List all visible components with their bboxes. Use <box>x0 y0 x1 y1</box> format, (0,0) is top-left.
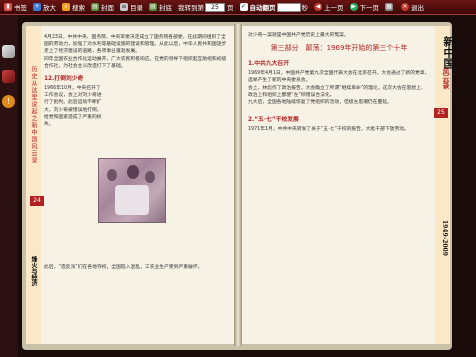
right-paragraph: 会上，林彪作了政治报告，大会确立了所谓“继续革命”的理论，这次大会在思想上、政治… <box>248 85 426 98</box>
close-icon: ✕ <box>401 3 409 11</box>
prev-label: 上一页 <box>324 4 344 12</box>
book-icon: ▤ <box>149 3 157 11</box>
left-paragraph: 同年全国农业合作化运动展开，广大农民积极响应，在党的领导下组织起互助组和初级合作… <box>44 56 227 69</box>
layout-toggle[interactable]: ▦ <box>383 1 397 14</box>
prev-page-button[interactable]: ◀ 上一页 <box>312 1 346 14</box>
next-label: 下一页 <box>359 4 380 12</box>
list-icon: ≡ <box>120 3 128 11</box>
chapter-title: 第三部分 颠荡：1969年开始的第三个十年 <box>270 44 408 53</box>
historical-photo <box>98 158 166 223</box>
photo-figure-body <box>115 185 149 215</box>
bookmark-icon: ▮ <box>4 3 12 11</box>
search-button[interactable]: ⌕ 搜索 <box>60 1 87 14</box>
auto-flip-toggle[interactable]: ✓ 自动翻页 秒 <box>238 1 311 14</box>
page-select-icon[interactable] <box>2 70 15 83</box>
bookmark-label: 书签 <box>14 4 27 12</box>
photo-figure <box>145 171 155 183</box>
left-tool-panel: ! <box>0 15 18 357</box>
right-heading: 2.“五·七”干校发展 <box>248 117 299 124</box>
back-cover-label: 封底 <box>159 4 172 12</box>
close-label: 退出 <box>411 4 424 12</box>
checkbox-icon[interactable]: ✓ <box>239 3 248 11</box>
page-unit-label: 页 <box>227 4 234 12</box>
cover-label: 封面 <box>101 4 114 12</box>
right-side-years: 1949-2009 <box>441 220 448 256</box>
bookmark-button[interactable]: ▮ 书签 <box>2 1 29 14</box>
seconds-label: 秒 <box>301 4 309 12</box>
search-icon: ⌕ <box>62 3 70 11</box>
right-paragraph: 九大后，全国各地陆续恢复了党组织的活动，但极左思潮仍在蔓延。 <box>248 100 392 106</box>
left-page-text-bottom: 此后，“造反派”们在各地夺权，全国陷入混乱，工农业生产受到严重破坏。 <box>44 264 228 271</box>
left-band-subtitle: 烽火与经济 <box>30 256 37 286</box>
left-page-band: 历史从这里说起之新中国风云录 烽火与经济 <box>26 26 41 344</box>
info-icon[interactable]: ! <box>2 95 15 108</box>
left-paragraph: 1966年10月，中央召开了工作会议，会上对刘少奇进行了批判。此后运动不断扩大，… <box>44 86 102 128</box>
right-page-text: 对少奇一案就是中国共产党历史上最大的冤案。 第三部分 颠荡：1969年开始的第三… <box>248 32 430 133</box>
left-heading: 12.打倒刘少奇 <box>44 76 84 83</box>
zoom-in-icon: + <box>33 3 41 11</box>
toc-label: 目录 <box>130 4 143 12</box>
zoom-in-button[interactable]: + 放大 <box>31 1 58 14</box>
back-cover-button[interactable]: ▤ 封底 <box>147 1 174 14</box>
close-button[interactable]: ✕ 退出 <box>399 1 426 14</box>
right-top-line: 对少奇一案就是中国共产党历史上最大的冤案。 <box>248 33 349 38</box>
zoom-in-label: 放大 <box>43 4 56 12</box>
next-page-button[interactable]: ▶ 下一页 <box>348 1 382 14</box>
cover-button[interactable]: ▤ 封面 <box>89 1 116 14</box>
book-spine <box>234 24 242 346</box>
grid-icon: ▦ <box>385 3 393 11</box>
left-paragraph: 4月23日，中共中央、国务院、中央军委决定成立了国务院各部委，在此期间组织了全国… <box>44 35 227 55</box>
goto-label: 我转到第 <box>178 4 204 12</box>
book-icon: ▤ <box>91 3 99 11</box>
auto-flip-label: 自动翻页 <box>249 4 276 12</box>
left-page-text: 4月23日，中共中央、国务院、中央军委决定成立了国务院各部委，在此期间组织了全国… <box>44 34 228 128</box>
arrow-left-icon: ◀ <box>314 3 322 11</box>
right-side-subtitle: 风云录 <box>442 68 451 89</box>
search-label: 搜索 <box>72 4 85 12</box>
right-paragraph: 1971年1月，中共中央转发了关于“五·七”干校的报告，大批干部下放劳动。 <box>248 127 409 133</box>
goto-page-input[interactable]: 25 <box>205 2 225 12</box>
right-page-number: 25 <box>434 108 448 118</box>
photo-figure <box>127 165 139 179</box>
reader-toolbar: ▮ 书签 + 放大 ⌕ 搜索 ▤ 封面 ≡ 目录 ▤ 封底 我转到第 25 页 ✓ 自动翻页秒 ◀… <box>0 0 476 15</box>
goto-page: 我转到第 25 页 <box>176 1 236 14</box>
thumbnail-icon[interactable] <box>2 45 15 58</box>
right-paragraph: 1969年4月1日，中国共产党第九次全国代表大会在北京召开。大会通过了新的党章，… <box>248 71 430 84</box>
left-page-number: 24 <box>30 196 44 206</box>
photo-figure <box>107 169 117 181</box>
arrow-right-icon: ▶ <box>349 3 358 11</box>
left-band-title: 历史从这里说起之新中国风云录 <box>30 66 37 164</box>
left-paragraph: 此后，“造反派”们在各地夺权，全国陷入混乱，工农业生产受到严重破坏。 <box>44 265 203 270</box>
right-heading: 1.中共九大召开 <box>248 61 290 68</box>
auto-flip-seconds-select[interactable] <box>276 2 301 12</box>
toc-button[interactable]: ≡ 目录 <box>118 1 145 14</box>
right-side-title: 新中国 <box>442 36 455 69</box>
right-page: 对少奇一案就是中国共产党历史上最大的冤案。 第三部分 颠荡：1969年开始的第三… <box>242 26 450 344</box>
